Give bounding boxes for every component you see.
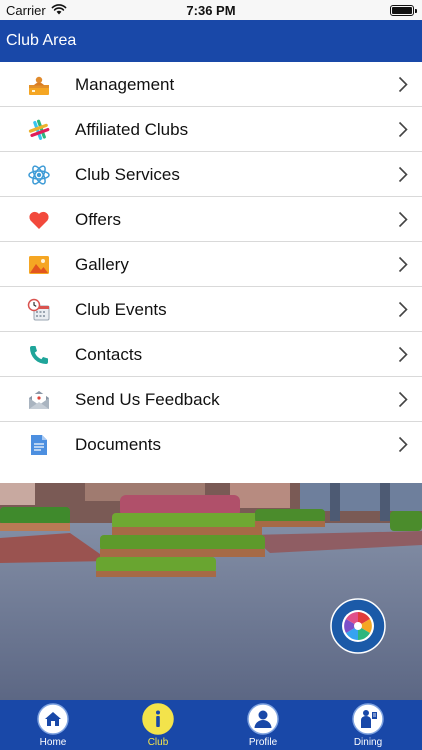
tab-dining[interactable]: Dining: [328, 700, 408, 750]
calendar-clock-icon: [27, 298, 50, 321]
menu-item-documents[interactable]: Documents: [0, 422, 422, 467]
chevron-right-icon: [398, 391, 408, 408]
tab-home[interactable]: Home: [13, 700, 93, 750]
chevron-right-icon: [398, 121, 408, 138]
document-icon: [31, 435, 47, 455]
menu-item-offers[interactable]: Offers: [0, 197, 422, 242]
chevron-right-icon: [398, 211, 408, 228]
picture-icon: [29, 256, 49, 274]
navigation-bar: Club Area: [0, 20, 422, 62]
page-title: Club Area: [6, 32, 77, 49]
menu-item-label: Management: [75, 75, 175, 94]
menu-item-label: Send Us Feedback: [75, 390, 220, 409]
menu-item-label: Offers: [75, 210, 121, 229]
management-icon: [29, 76, 49, 95]
status-time: 7:36 PM: [186, 3, 236, 18]
menu-item-affiliated-clubs[interactable]: Affiliated Clubs: [0, 107, 422, 152]
dining-icon: [352, 703, 384, 735]
info-icon: [142, 703, 174, 735]
menu-item-management[interactable]: Management: [0, 62, 422, 107]
heart-icon: [29, 211, 49, 229]
menu-item-label: Contacts: [75, 345, 143, 364]
tab-label: Profile: [248, 737, 278, 748]
menu-item-label: Club Events: [75, 300, 167, 319]
menu-item-send-us-feedback[interactable]: Send Us Feedback: [0, 377, 422, 422]
menu-item-club-events[interactable]: Club Events: [0, 287, 422, 332]
chevron-right-icon: [398, 436, 408, 453]
home-icon: [37, 703, 69, 735]
menu-item-label: Gallery: [75, 255, 129, 274]
menu-item-contacts[interactable]: Contacts: [0, 332, 422, 377]
tab-label: Dining: [353, 737, 383, 748]
affiliated-clubs-icon: [28, 119, 50, 140]
club-menu-list: Management Affiliated Clubs Club Service…: [0, 62, 422, 467]
chevron-right-icon: [398, 166, 408, 183]
bottom-tab-bar: Home Club Profile Dining: [0, 700, 422, 750]
chevron-right-icon: [398, 256, 408, 273]
atom-icon: [28, 165, 50, 185]
status-bar: Carrier 7:36 PM: [0, 0, 422, 20]
tab-label: Home: [39, 737, 67, 748]
phone-icon: [30, 346, 48, 364]
menu-item-label: Affiliated Clubs: [75, 120, 189, 139]
menu-item-label: Documents: [75, 435, 161, 454]
person-icon: [247, 703, 279, 735]
tab-profile[interactable]: Profile: [223, 700, 303, 750]
menu-item-club-services[interactable]: Club Services: [0, 152, 422, 197]
club-photo: [0, 483, 422, 700]
chevron-right-icon: [398, 346, 408, 363]
chevron-right-icon: [398, 301, 408, 318]
battery-icon: [390, 5, 417, 16]
menu-item-gallery[interactable]: Gallery: [0, 242, 422, 287]
chevron-right-icon: [398, 76, 408, 93]
envelope-icon: [29, 391, 49, 409]
tab-label: Club: [147, 737, 169, 748]
tab-club[interactable]: Club: [118, 700, 198, 750]
menu-item-label: Club Services: [75, 165, 180, 184]
club-logo: [330, 598, 386, 654]
